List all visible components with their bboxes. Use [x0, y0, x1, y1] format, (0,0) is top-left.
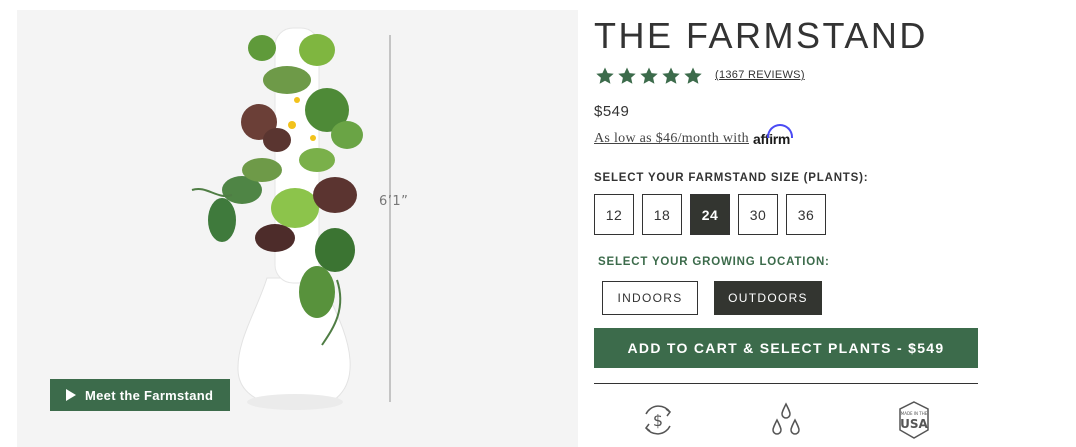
height-label: 6’1”: [379, 194, 409, 209]
star-icon: [662, 67, 680, 84]
location-option-indoors[interactable]: INDOORS: [602, 281, 698, 315]
star-icon: [618, 67, 636, 84]
size-selector-label: SELECT YOUR FARMSTAND SIZE (PLANTS):: [594, 172, 869, 184]
star-rating: [595, 66, 703, 86]
location-selector-label: SELECT YOUR GROWING LOCATION:: [598, 256, 830, 268]
affirm-financing-link[interactable]: As low as $46/month with affirm: [594, 124, 794, 147]
play-icon: [66, 389, 76, 401]
svg-text:USA: USA: [900, 417, 928, 431]
star-icon: [640, 67, 658, 84]
size-option-36[interactable]: 36: [786, 194, 826, 235]
location-options: INDOORS OUTDOORS: [602, 281, 822, 315]
water-drops-icon: [772, 402, 800, 435]
size-option-30[interactable]: 30: [738, 194, 778, 235]
product-title: THE FARMSTAND: [594, 15, 928, 56]
dollar-cycle-icon: $: [644, 405, 672, 435]
product-price: $549: [594, 103, 630, 120]
size-options: 12 18 24 30 36: [594, 194, 826, 235]
video-button-label: Meet the Farmstand: [85, 387, 214, 403]
add-to-cart-button[interactable]: ADD TO CART & SELECT PLANTS - $549: [594, 328, 978, 368]
affirm-arc-icon: [767, 124, 794, 138]
size-option-24[interactable]: 24: [690, 194, 730, 235]
star-icon: [684, 67, 702, 84]
product-image-panel: 6’1” Meet the Farmstand: [17, 10, 578, 447]
svg-text:$: $: [653, 411, 663, 430]
star-icon: [596, 67, 614, 84]
location-option-outdoors[interactable]: OUTDOORS: [714, 281, 822, 315]
financing-text: As low as $46/month with: [594, 131, 749, 146]
made-in-usa-icon: MADE IN THE USA: [899, 401, 929, 439]
divider: [594, 383, 978, 384]
affirm-logo: affirm: [753, 124, 794, 147]
svg-text:MADE IN THE: MADE IN THE: [901, 411, 928, 416]
size-option-18[interactable]: 18: [642, 194, 682, 235]
meet-the-farmstand-video-button[interactable]: Meet the Farmstand: [50, 379, 230, 411]
reviews-link[interactable]: (1367 REVIEWS): [715, 69, 805, 81]
size-option-12[interactable]: 12: [594, 194, 634, 235]
product-details: THE FARMSTAND (1367 REVIEWS) $549 As low…: [594, 0, 1076, 447]
